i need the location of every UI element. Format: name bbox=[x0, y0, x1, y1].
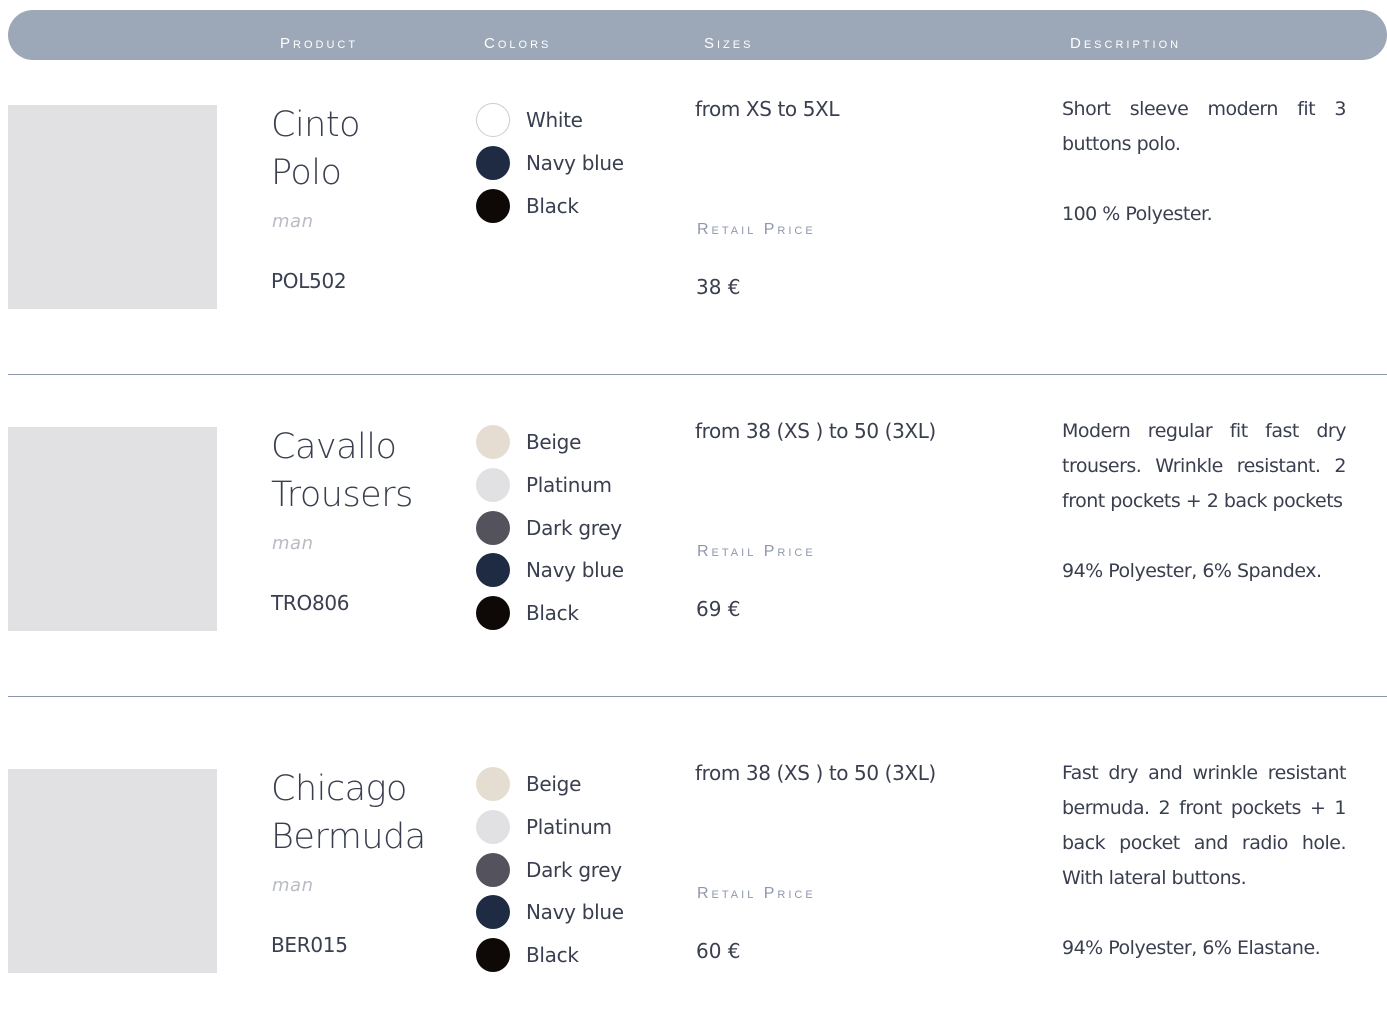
product-name-line1: Cavallo bbox=[271, 427, 397, 467]
color-swatch bbox=[476, 895, 510, 930]
color-label: Dark grey bbox=[526, 857, 622, 882]
product-name-line2: Bermuda bbox=[271, 817, 426, 857]
color-swatch bbox=[476, 425, 510, 460]
product-gender: man bbox=[272, 533, 314, 554]
sizes-text: from 38 (XS ) to 50 (3XL) bbox=[695, 761, 936, 785]
color-option: Dark grey bbox=[476, 506, 624, 549]
color-option: Dark grey bbox=[476, 848, 624, 891]
color-swatch bbox=[476, 103, 510, 138]
row-divider bbox=[8, 696, 1387, 697]
color-label: Platinum bbox=[526, 473, 612, 498]
product-code: TRO806 bbox=[271, 591, 350, 615]
color-label: Dark grey bbox=[526, 515, 622, 540]
product-gender: man bbox=[272, 211, 314, 232]
color-label: White bbox=[526, 108, 583, 133]
row-divider bbox=[8, 374, 1387, 375]
color-swatch bbox=[476, 596, 510, 631]
color-list: Beige Platinum Dark grey Navy blue Black bbox=[476, 421, 624, 634]
description-text: Fast dry and wrinkle resistant bermuda. … bbox=[1062, 762, 1347, 889]
color-label: Beige bbox=[526, 430, 582, 455]
color-swatch bbox=[476, 510, 510, 545]
color-label: Black bbox=[526, 943, 579, 968]
retail-price-value: 69 € bbox=[696, 597, 741, 621]
product-name: Cavallo Trousers bbox=[271, 423, 461, 519]
color-swatch bbox=[476, 767, 510, 802]
product-name-line2: Trousers bbox=[271, 475, 413, 515]
product-name-line1: Cinto bbox=[271, 105, 360, 145]
color-label: Navy blue bbox=[526, 558, 624, 583]
product-image-placeholder bbox=[8, 427, 217, 631]
color-swatch bbox=[476, 468, 510, 503]
color-swatch bbox=[476, 938, 510, 973]
table-header: Product Colors Sizes Description bbox=[8, 10, 1387, 60]
product-code: POL502 bbox=[271, 269, 347, 293]
color-swatch bbox=[476, 146, 510, 181]
color-label: Black bbox=[526, 193, 579, 218]
retail-price-value: 38 € bbox=[696, 275, 741, 299]
product-description: Modern regular fit fast dry trousers. Wr… bbox=[1062, 414, 1347, 624]
color-swatch bbox=[476, 810, 510, 845]
color-option: Platinum bbox=[476, 464, 624, 507]
color-option: Black bbox=[476, 592, 624, 635]
product-name: Chicago Bermuda bbox=[271, 765, 461, 861]
sizes-text: from 38 (XS ) to 50 (3XL) bbox=[695, 419, 936, 443]
retail-price-label: Retail Price bbox=[697, 543, 816, 560]
product-image-placeholder bbox=[8, 105, 217, 309]
color-label: Navy blue bbox=[526, 151, 624, 176]
retail-price-value: 60 € bbox=[696, 939, 741, 963]
retail-price-label: Retail Price bbox=[697, 885, 816, 902]
color-option: Navy blue bbox=[476, 142, 624, 185]
retail-price-label: Retail Price bbox=[697, 221, 816, 238]
color-label: Beige bbox=[526, 772, 582, 797]
composition-text: 94% Polyester, 6% Spandex. bbox=[1062, 560, 1322, 582]
description-text: Modern regular fit fast dry trousers. Wr… bbox=[1062, 420, 1347, 512]
color-option: Navy blue bbox=[476, 549, 624, 592]
product-description: Fast dry and wrinkle resistant bermuda. … bbox=[1062, 756, 1347, 1001]
color-option: Navy blue bbox=[476, 891, 624, 934]
color-label: Navy blue bbox=[526, 900, 624, 925]
header-product: Product bbox=[280, 35, 359, 52]
color-label: Black bbox=[526, 601, 579, 626]
product-description: Short sleeve modern fit 3 buttons polo. … bbox=[1062, 92, 1347, 267]
color-swatch bbox=[476, 553, 510, 588]
composition-text: 100 % Polyester. bbox=[1062, 203, 1213, 225]
color-option: White bbox=[476, 99, 624, 142]
header-description: Description bbox=[1070, 35, 1182, 52]
sizes-text: from XS to 5XL bbox=[695, 97, 840, 121]
color-swatch bbox=[476, 188, 510, 223]
color-option: Black bbox=[476, 934, 624, 977]
color-option: Beige bbox=[476, 763, 624, 806]
color-option: Beige bbox=[476, 421, 624, 464]
composition-text: 94% Polyester, 6% Elastane. bbox=[1062, 937, 1321, 959]
color-option: Platinum bbox=[476, 806, 624, 849]
product-name-line1: Chicago bbox=[271, 769, 407, 809]
product-name: Cinto Polo bbox=[271, 101, 461, 197]
color-label: Platinum bbox=[526, 815, 612, 840]
color-swatch bbox=[476, 852, 510, 887]
product-code: BER015 bbox=[271, 933, 348, 957]
header-sizes: Sizes bbox=[704, 35, 754, 52]
product-name-line2: Polo bbox=[271, 153, 342, 193]
color-option: Black bbox=[476, 184, 624, 227]
header-colors: Colors bbox=[484, 35, 552, 52]
product-gender: man bbox=[272, 875, 314, 896]
color-list: White Navy blue Black bbox=[476, 99, 624, 227]
color-list: Beige Platinum Dark grey Navy blue Black bbox=[476, 763, 624, 976]
description-text: Short sleeve modern fit 3 buttons polo. bbox=[1062, 98, 1347, 155]
product-image-placeholder bbox=[8, 769, 217, 973]
